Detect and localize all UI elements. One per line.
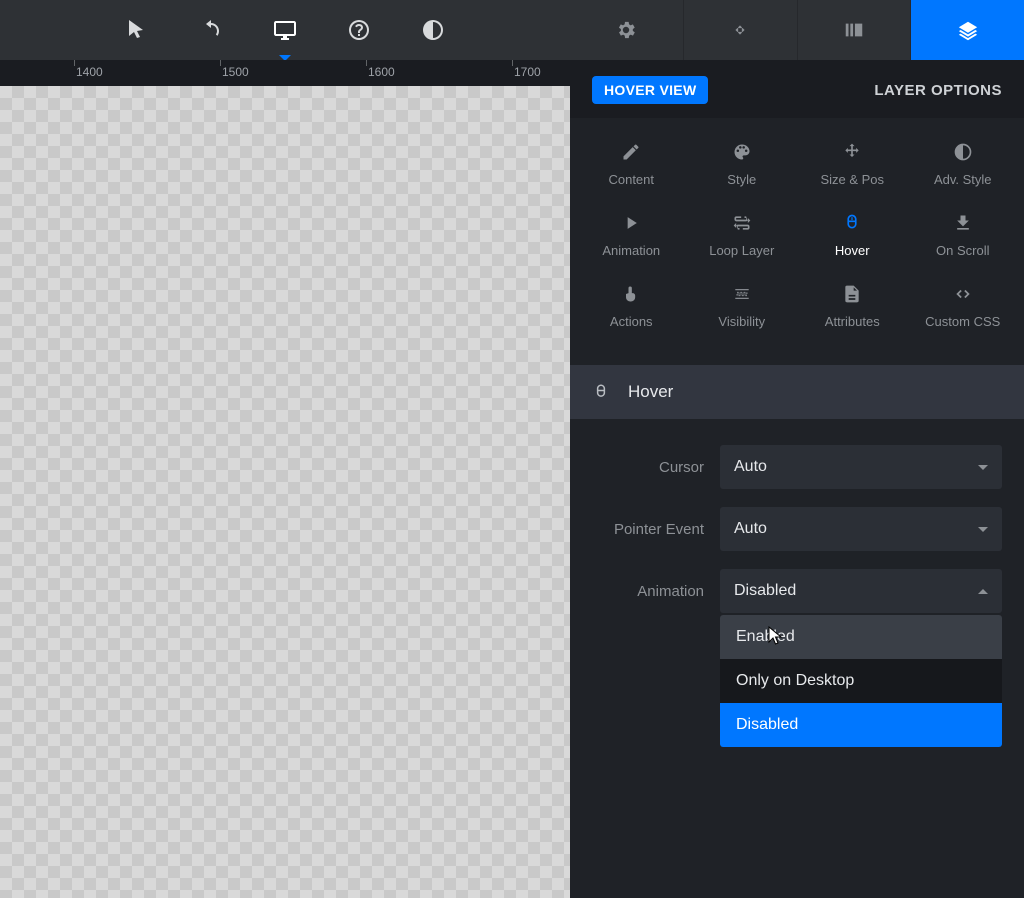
animation-row: Animation Disabled Enabled bbox=[592, 569, 1002, 613]
cat-customcss[interactable]: Custom CSS bbox=[908, 284, 1019, 329]
pointer-event-row: Pointer Event Auto bbox=[592, 507, 1002, 551]
horizontal-ruler: 1400 1500 1600 1700 bbox=[0, 60, 570, 86]
cat-visibility[interactable]: Visibility bbox=[687, 284, 798, 329]
cat-label: Content bbox=[608, 172, 654, 187]
cat-label: Actions bbox=[610, 314, 653, 329]
cat-sizepos[interactable]: Size & Pos bbox=[797, 142, 908, 187]
category-grid: Content Style Size & Pos Adv. Style Anim… bbox=[570, 118, 1024, 347]
help-icon[interactable] bbox=[346, 17, 372, 43]
option-only-desktop[interactable]: Only on Desktop bbox=[720, 659, 1002, 703]
desktop-view-icon[interactable] bbox=[272, 17, 298, 43]
option-enabled[interactable]: Enabled bbox=[720, 615, 1002, 659]
canvas-toolbar bbox=[0, 0, 570, 60]
option-disabled[interactable]: Disabled bbox=[720, 703, 1002, 747]
animation-select[interactable]: Disabled Enabled Only on Desktop bbox=[720, 569, 1002, 613]
cat-style[interactable]: Style bbox=[687, 142, 798, 187]
section-header[interactable]: Hover bbox=[570, 365, 1024, 419]
tab-settings[interactable] bbox=[570, 0, 684, 60]
hover-section: Hover Cursor Auto Pointer Event Auto bbox=[570, 365, 1024, 613]
cat-label: Adv. Style bbox=[934, 172, 992, 187]
animation-label: Animation bbox=[592, 583, 704, 600]
animation-value: Disabled bbox=[734, 582, 796, 600]
caret-up-icon bbox=[978, 589, 988, 594]
cat-animation[interactable]: Animation bbox=[576, 213, 687, 258]
tab-navigation[interactable] bbox=[684, 0, 798, 60]
cat-label: Animation bbox=[602, 243, 660, 258]
section-title: Hover bbox=[628, 382, 673, 402]
panel-title: LAYER OPTIONS bbox=[874, 82, 1002, 99]
cat-label: Attributes bbox=[825, 314, 880, 329]
cat-label: Visibility bbox=[718, 314, 765, 329]
cat-actions[interactable]: Actions bbox=[576, 284, 687, 329]
canvas-panel: 1400 1500 1600 1700 bbox=[0, 0, 570, 898]
undo-icon[interactable] bbox=[198, 17, 224, 43]
pointer-event-label: Pointer Event bbox=[592, 521, 704, 538]
cursor-select[interactable]: Auto bbox=[720, 445, 1002, 489]
caret-down-icon bbox=[978, 465, 988, 470]
contrast-icon[interactable] bbox=[420, 17, 446, 43]
mouse-icon bbox=[592, 383, 610, 401]
cat-hover[interactable]: Hover bbox=[797, 213, 908, 258]
panel-tabs bbox=[570, 0, 1024, 60]
hover-form: Cursor Auto Pointer Event Auto Animation bbox=[570, 419, 1024, 613]
ruler-tick: 1400 bbox=[76, 65, 103, 79]
tab-background[interactable] bbox=[798, 0, 912, 60]
hover-view-badge[interactable]: HOVER VIEW bbox=[592, 76, 708, 104]
ruler-tick: 1500 bbox=[222, 65, 249, 79]
cat-looplayer[interactable]: Loop Layer bbox=[687, 213, 798, 258]
pointer-tool-icon[interactable] bbox=[124, 17, 150, 43]
caret-down-icon bbox=[978, 527, 988, 532]
cat-onscroll[interactable]: On Scroll bbox=[908, 213, 1019, 258]
pointer-event-value: Auto bbox=[734, 520, 767, 538]
cat-advstyle[interactable]: Adv. Style bbox=[908, 142, 1019, 187]
options-panel: HOVER VIEW LAYER OPTIONS Content Style S… bbox=[570, 0, 1024, 898]
cursor-label: Cursor bbox=[592, 459, 704, 476]
cursor-row: Cursor Auto bbox=[592, 445, 1002, 489]
canvas-area[interactable] bbox=[0, 86, 570, 898]
animation-dropdown: Enabled Only on Desktop Disabled bbox=[720, 615, 1002, 747]
pointer-event-select[interactable]: Auto bbox=[720, 507, 1002, 551]
cat-label: On Scroll bbox=[936, 243, 989, 258]
cat-label: Loop Layer bbox=[709, 243, 774, 258]
cursor-value: Auto bbox=[734, 458, 767, 476]
cat-label: Custom CSS bbox=[925, 314, 1000, 329]
ruler-tick: 1600 bbox=[368, 65, 395, 79]
cat-label: Size & Pos bbox=[820, 172, 884, 187]
panel-header: HOVER VIEW LAYER OPTIONS bbox=[570, 60, 1024, 118]
ruler-tick: 1700 bbox=[514, 65, 541, 79]
cat-attributes[interactable]: Attributes bbox=[797, 284, 908, 329]
tab-layers[interactable] bbox=[911, 0, 1024, 60]
cat-label: Hover bbox=[835, 243, 870, 258]
cat-content[interactable]: Content bbox=[576, 142, 687, 187]
cat-label: Style bbox=[727, 172, 756, 187]
